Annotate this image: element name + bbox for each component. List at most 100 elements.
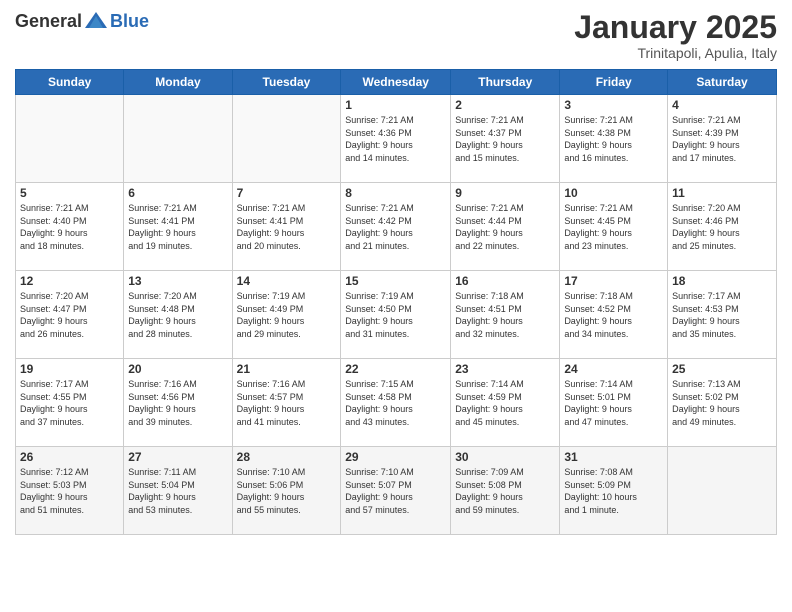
cell-content: Sunrise: 7:19 AM Sunset: 4:50 PM Dayligh…	[345, 290, 446, 340]
cell-content: Sunrise: 7:14 AM Sunset: 5:01 PM Dayligh…	[564, 378, 663, 428]
subtitle: Trinitapoli, Apulia, Italy	[574, 45, 777, 61]
cell-content: Sunrise: 7:20 AM Sunset: 4:48 PM Dayligh…	[128, 290, 227, 340]
cell-content: Sunrise: 7:12 AM Sunset: 5:03 PM Dayligh…	[20, 466, 119, 516]
cell-content: Sunrise: 7:21 AM Sunset: 4:41 PM Dayligh…	[237, 202, 337, 252]
logo-blue: Blue	[110, 11, 149, 32]
logo-general: General	[15, 11, 82, 32]
header-friday: Friday	[560, 70, 668, 95]
cell-content: Sunrise: 7:21 AM Sunset: 4:39 PM Dayligh…	[672, 114, 772, 164]
day-number: 1	[345, 98, 446, 112]
day-number: 30	[455, 450, 555, 464]
cell-content: Sunrise: 7:14 AM Sunset: 4:59 PM Dayligh…	[455, 378, 555, 428]
header-row: General Blue January 2025 Trinitapoli, A…	[15, 10, 777, 61]
day-number: 26	[20, 450, 119, 464]
table-row: 19Sunrise: 7:17 AM Sunset: 4:55 PM Dayli…	[16, 359, 124, 447]
cell-content: Sunrise: 7:21 AM Sunset: 4:42 PM Dayligh…	[345, 202, 446, 252]
table-row: 9Sunrise: 7:21 AM Sunset: 4:44 PM Daylig…	[451, 183, 560, 271]
table-row: 17Sunrise: 7:18 AM Sunset: 4:52 PM Dayli…	[560, 271, 668, 359]
table-row: 14Sunrise: 7:19 AM Sunset: 4:49 PM Dayli…	[232, 271, 341, 359]
table-row	[124, 95, 232, 183]
table-row: 3 Sunrise: 7:21 AM Sunset: 4:38 PM Daylig…	[560, 95, 668, 183]
day-number: 2	[455, 98, 555, 112]
table-row: 6Sunrise: 7:21 AM Sunset: 4:41 PM Daylig…	[124, 183, 232, 271]
week-row-4: 26 Sunrise: 7:12 AM Sunset: 5:03 PM Dayli…	[16, 447, 777, 535]
day-number: 14	[237, 274, 337, 288]
day-number: 31	[564, 450, 663, 464]
day-number: 15	[345, 274, 446, 288]
table-row: 26 Sunrise: 7:12 AM Sunset: 5:03 PM Dayli…	[16, 447, 124, 535]
day-number: 27	[128, 450, 227, 464]
header-sunday: Sunday	[16, 70, 124, 95]
day-number: 16	[455, 274, 555, 288]
cell-content: Sunrise: 7:17 AM Sunset: 4:53 PM Dayligh…	[672, 290, 772, 340]
table-row: 4 Sunrise: 7:21 AM Sunset: 4:39 PM Daylig…	[668, 95, 777, 183]
day-number: 21	[237, 362, 337, 376]
calendar-table: Sunday Monday Tuesday Wednesday Thursday…	[15, 69, 777, 535]
day-number: 10	[564, 186, 663, 200]
table-row: 16 Sunrise: 7:18 AM Sunset: 4:51 PM Dayli…	[451, 271, 560, 359]
cell-content: Sunrise: 7:21 AM Sunset: 4:45 PM Dayligh…	[564, 202, 663, 252]
table-row: 20 Sunrise: 7:16 AM Sunset: 4:56 PM Dayli…	[124, 359, 232, 447]
day-number: 8	[345, 186, 446, 200]
cell-content: Sunrise: 7:20 AM Sunset: 4:47 PM Dayligh…	[20, 290, 119, 340]
cell-content: Sunrise: 7:10 AM Sunset: 5:06 PM Dayligh…	[237, 466, 337, 516]
table-row: 27 Sunrise: 7:11 AM Sunset: 5:04 PM Dayli…	[124, 447, 232, 535]
table-row	[668, 447, 777, 535]
table-row: 31Sunrise: 7:08 AM Sunset: 5:09 PM Dayli…	[560, 447, 668, 535]
cell-content: Sunrise: 7:18 AM Sunset: 4:51 PM Dayligh…	[455, 290, 555, 340]
header-tuesday: Tuesday	[232, 70, 341, 95]
day-number: 28	[237, 450, 337, 464]
day-number: 18	[672, 274, 772, 288]
day-number: 4	[672, 98, 772, 112]
page-container: General Blue January 2025 Trinitapoli, A…	[0, 0, 792, 545]
day-number: 29	[345, 450, 446, 464]
week-row-2: 12Sunrise: 7:20 AM Sunset: 4:47 PM Dayli…	[16, 271, 777, 359]
header-monday: Monday	[124, 70, 232, 95]
day-number: 25	[672, 362, 772, 376]
logo: General Blue	[15, 10, 149, 32]
header-saturday: Saturday	[668, 70, 777, 95]
table-row: 28 Sunrise: 7:10 AM Sunset: 5:06 PM Dayli…	[232, 447, 341, 535]
cell-content: Sunrise: 7:16 AM Sunset: 4:56 PM Dayligh…	[128, 378, 227, 428]
table-row: 11 Sunrise: 7:20 AM Sunset: 4:46 PM Dayli…	[668, 183, 777, 271]
header-wednesday: Wednesday	[341, 70, 451, 95]
week-row-1: 5 Sunrise: 7:21 AM Sunset: 4:40 PM Daylig…	[16, 183, 777, 271]
cell-content: Sunrise: 7:16 AM Sunset: 4:57 PM Dayligh…	[237, 378, 337, 428]
table-row	[16, 95, 124, 183]
table-row: 5 Sunrise: 7:21 AM Sunset: 4:40 PM Daylig…	[16, 183, 124, 271]
day-number: 9	[455, 186, 555, 200]
table-row: 30 Sunrise: 7:09 AM Sunset: 5:08 PM Dayli…	[451, 447, 560, 535]
cell-content: Sunrise: 7:13 AM Sunset: 5:02 PM Dayligh…	[672, 378, 772, 428]
table-row: 22Sunrise: 7:15 AM Sunset: 4:58 PM Dayli…	[341, 359, 451, 447]
cell-content: Sunrise: 7:21 AM Sunset: 4:38 PM Dayligh…	[564, 114, 663, 164]
table-row: 13 Sunrise: 7:20 AM Sunset: 4:48 PM Dayli…	[124, 271, 232, 359]
title-section: January 2025 Trinitapoli, Apulia, Italy	[574, 10, 777, 61]
day-number: 5	[20, 186, 119, 200]
day-number: 20	[128, 362, 227, 376]
table-row: 10 Sunrise: 7:21 AM Sunset: 4:45 PM Dayli…	[560, 183, 668, 271]
day-number: 24	[564, 362, 663, 376]
cell-content: Sunrise: 7:20 AM Sunset: 4:46 PM Dayligh…	[672, 202, 772, 252]
cell-content: Sunrise: 7:21 AM Sunset: 4:37 PM Dayligh…	[455, 114, 555, 164]
cell-content: Sunrise: 7:09 AM Sunset: 5:08 PM Dayligh…	[455, 466, 555, 516]
table-row: 1 Sunrise: 7:21 AM Sunset: 4:36 PM Daylig…	[341, 95, 451, 183]
day-number: 19	[20, 362, 119, 376]
table-row: 7 Sunrise: 7:21 AM Sunset: 4:41 PM Daylig…	[232, 183, 341, 271]
table-row: 23Sunrise: 7:14 AM Sunset: 4:59 PM Dayli…	[451, 359, 560, 447]
cell-content: Sunrise: 7:11 AM Sunset: 5:04 PM Dayligh…	[128, 466, 227, 516]
main-title: January 2025	[574, 10, 777, 45]
cell-content: Sunrise: 7:21 AM Sunset: 4:36 PM Dayligh…	[345, 114, 446, 164]
day-number: 7	[237, 186, 337, 200]
table-row: 25 Sunrise: 7:13 AM Sunset: 5:02 PM Dayli…	[668, 359, 777, 447]
table-row: 12Sunrise: 7:20 AM Sunset: 4:47 PM Dayli…	[16, 271, 124, 359]
table-row: 18 Sunrise: 7:17 AM Sunset: 4:53 PM Dayli…	[668, 271, 777, 359]
day-number: 11	[672, 186, 772, 200]
table-row: 2 Sunrise: 7:21 AM Sunset: 4:37 PM Daylig…	[451, 95, 560, 183]
cell-content: Sunrise: 7:21 AM Sunset: 4:40 PM Dayligh…	[20, 202, 119, 252]
weekday-header-row: Sunday Monday Tuesday Wednesday Thursday…	[16, 70, 777, 95]
week-row-3: 19Sunrise: 7:17 AM Sunset: 4:55 PM Dayli…	[16, 359, 777, 447]
table-row: 15 Sunrise: 7:19 AM Sunset: 4:50 PM Dayli…	[341, 271, 451, 359]
day-number: 3	[564, 98, 663, 112]
day-number: 13	[128, 274, 227, 288]
week-row-0: 1 Sunrise: 7:21 AM Sunset: 4:36 PM Daylig…	[16, 95, 777, 183]
